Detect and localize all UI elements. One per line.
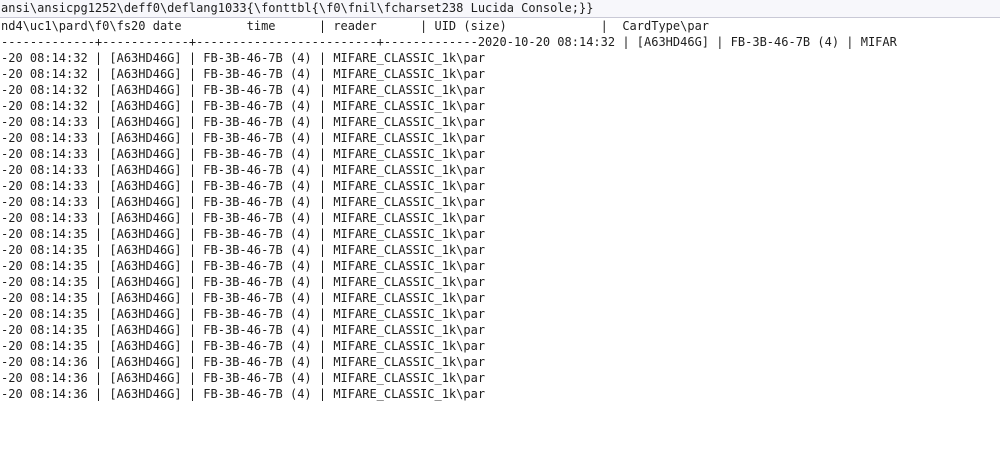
log-row: -20 08:14:33 | [A63HD46G] | FB-3B-46-7B … <box>1 147 486 161</box>
log-rows: -20 08:14:32 | [A63HD46G] | FB-3B-46-7B … <box>0 50 1000 402</box>
log-row: -20 08:14:35 | [A63HD46G] | FB-3B-46-7B … <box>1 259 486 273</box>
text-editor-area[interactable]: ansi\ansicpg1252\deff0\deflang1033{\font… <box>0 0 1000 459</box>
log-row: -20 08:14:32 | [A63HD46G] | FB-3B-46-7B … <box>1 99 486 113</box>
log-row: -20 08:14:33 | [A63HD46G] | FB-3B-46-7B … <box>1 115 486 129</box>
log-row: -20 08:14:35 | [A63HD46G] | FB-3B-46-7B … <box>1 243 486 257</box>
log-row: -20 08:14:35 | [A63HD46G] | FB-3B-46-7B … <box>1 227 486 241</box>
log-row: -20 08:14:35 | [A63HD46G] | FB-3B-46-7B … <box>1 307 486 321</box>
rtf-header-line: ansi\ansicpg1252\deff0\deflang1033{\font… <box>0 0 1000 18</box>
log-row: -20 08:14:35 | [A63HD46G] | FB-3B-46-7B … <box>1 275 486 289</box>
log-row: -20 08:14:36 | [A63HD46G] | FB-3B-46-7B … <box>1 355 486 369</box>
log-row: -20 08:14:32 | [A63HD46G] | FB-3B-46-7B … <box>1 67 486 81</box>
log-row: -20 08:14:33 | [A63HD46G] | FB-3B-46-7B … <box>1 211 486 225</box>
log-row: -20 08:14:36 | [A63HD46G] | FB-3B-46-7B … <box>1 371 486 385</box>
column-header-line: nd4\uc1\pard\f0\fs20 date time | reader … <box>1 19 710 33</box>
log-row: -20 08:14:33 | [A63HD46G] | FB-3B-46-7B … <box>1 131 486 145</box>
log-row: -20 08:14:35 | [A63HD46G] | FB-3B-46-7B … <box>1 339 486 353</box>
log-row: -20 08:14:32 | [A63HD46G] | FB-3B-46-7B … <box>1 51 486 65</box>
log-row: -20 08:14:33 | [A63HD46G] | FB-3B-46-7B … <box>1 163 486 177</box>
log-row: -20 08:14:36 | [A63HD46G] | FB-3B-46-7B … <box>1 387 486 401</box>
separator-line: -------------+------------+-------------… <box>1 35 897 49</box>
log-row: -20 08:14:33 | [A63HD46G] | FB-3B-46-7B … <box>1 179 486 193</box>
log-row: -20 08:14:35 | [A63HD46G] | FB-3B-46-7B … <box>1 323 486 337</box>
log-row: -20 08:14:35 | [A63HD46G] | FB-3B-46-7B … <box>1 291 486 305</box>
log-row: -20 08:14:33 | [A63HD46G] | FB-3B-46-7B … <box>1 195 486 209</box>
log-row: -20 08:14:32 | [A63HD46G] | FB-3B-46-7B … <box>1 83 486 97</box>
